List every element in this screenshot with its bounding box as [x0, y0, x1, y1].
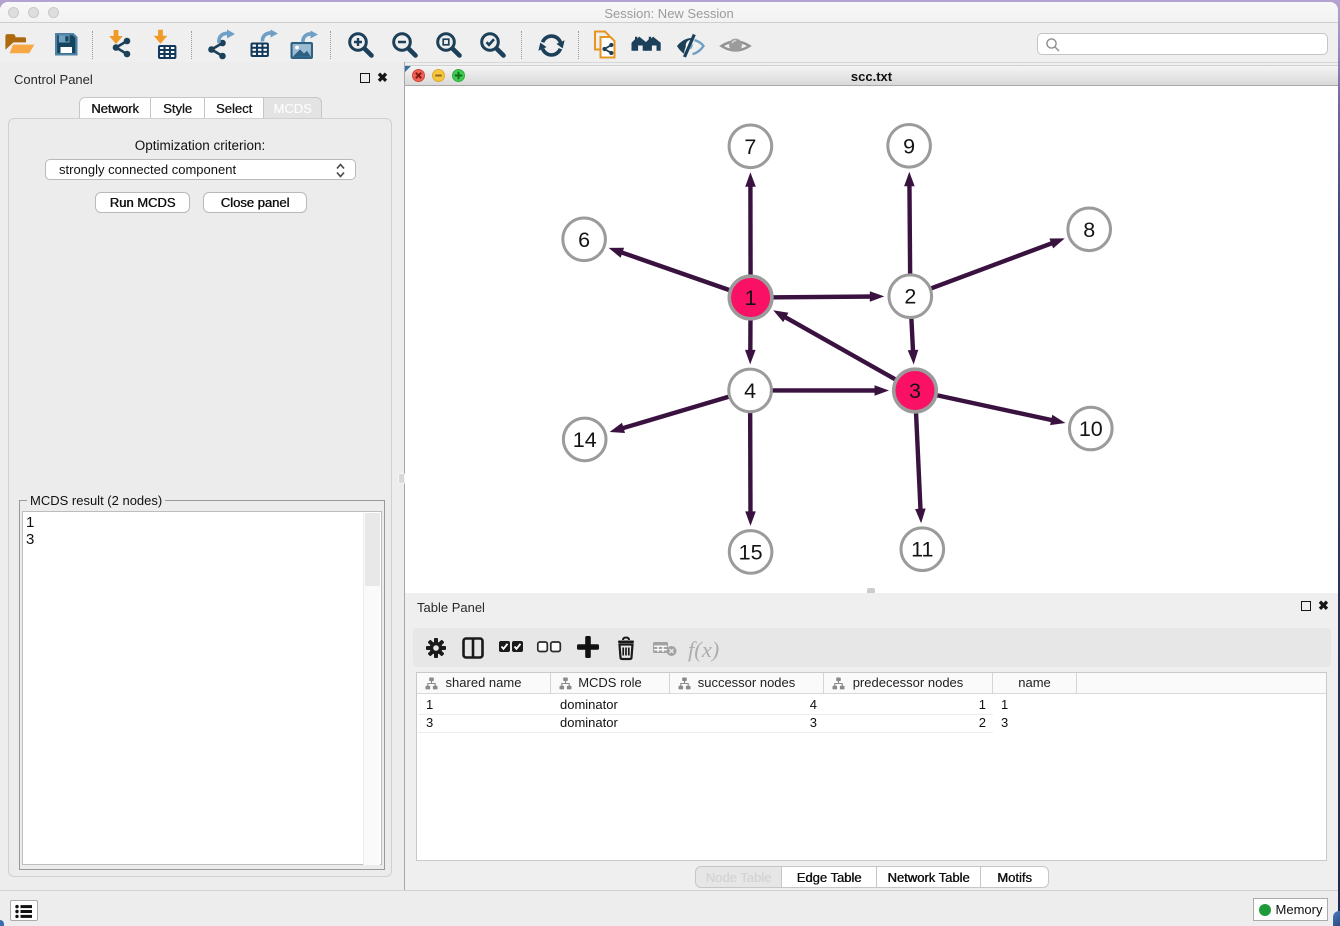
svg-text:f(x): f(x)	[688, 637, 719, 662]
svg-text:8: 8	[1083, 218, 1095, 242]
svg-text:14: 14	[573, 428, 597, 452]
svg-text:6: 6	[578, 228, 590, 252]
svg-text:1: 1	[745, 286, 757, 310]
svg-text:4: 4	[744, 379, 756, 403]
svg-text:10: 10	[1079, 417, 1103, 441]
svg-text:2: 2	[904, 285, 916, 309]
svg-text:15: 15	[739, 540, 763, 564]
svg-text:9: 9	[903, 134, 915, 158]
svg-text:11: 11	[911, 538, 933, 562]
svg-text:3: 3	[909, 379, 921, 403]
svg-text:7: 7	[744, 135, 756, 159]
